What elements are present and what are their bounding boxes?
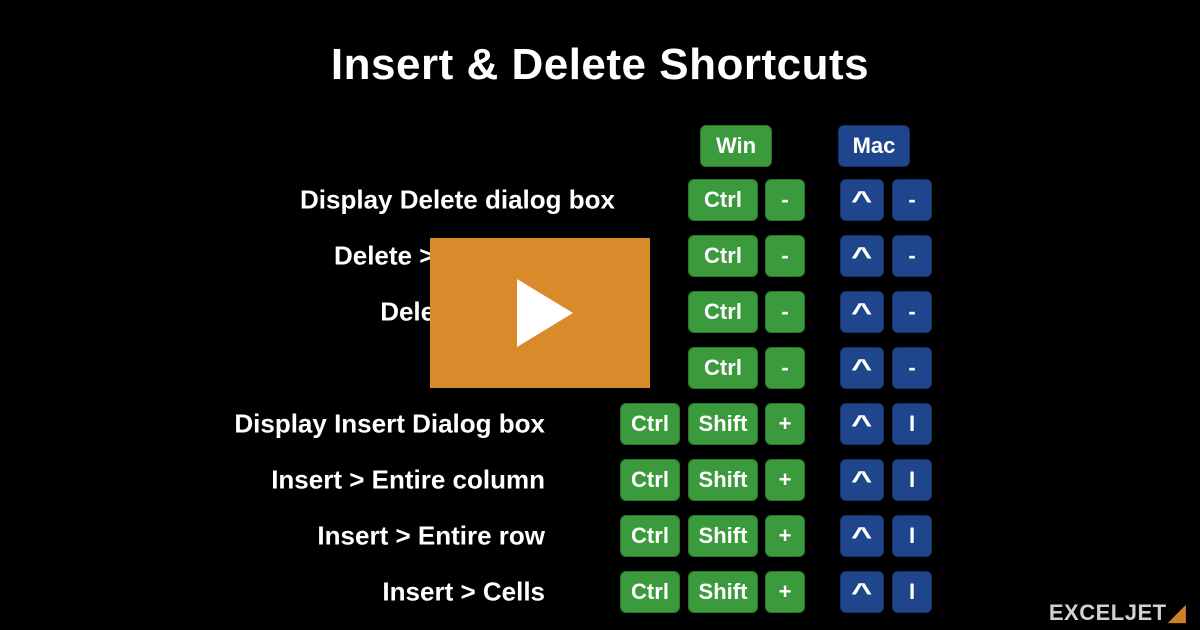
- shortcut-label: Display Delete dialog box: [95, 185, 615, 216]
- key-ctrl: Ctrl: [688, 291, 758, 333]
- key-plus: +: [765, 571, 805, 613]
- watermark-logo: EXCELJET◢: [1049, 600, 1186, 626]
- key-i: I: [892, 459, 932, 501]
- key-shift: Shift: [688, 459, 758, 501]
- shortcut-label: Insert > Entire row: [25, 521, 545, 552]
- key-mac-control: ^: [840, 459, 884, 501]
- key-ctrl: Ctrl: [688, 235, 758, 277]
- key-minus: -: [892, 179, 932, 221]
- key-i: I: [892, 571, 932, 613]
- key-shift: Shift: [688, 403, 758, 445]
- key-i: I: [892, 403, 932, 445]
- key-mac-control: ^: [840, 571, 884, 613]
- key-shift: Shift: [688, 515, 758, 557]
- key-mac-control: ^: [840, 179, 884, 221]
- key-minus: -: [892, 347, 932, 389]
- shortcut-label: Insert > Entire column: [25, 465, 545, 496]
- key-plus: +: [765, 515, 805, 557]
- play-button[interactable]: [430, 238, 650, 388]
- key-minus: -: [765, 291, 805, 333]
- table-row: Display Insert Dialog box Ctrl Shift + ^…: [0, 396, 1200, 452]
- page-title: Insert & Delete Shortcuts: [0, 40, 1200, 90]
- key-ctrl: Ctrl: [620, 571, 680, 613]
- key-ctrl: Ctrl: [620, 515, 680, 557]
- table-row: Insert > Entire column Ctrl Shift + ^ I: [0, 452, 1200, 508]
- platform-headers: Win Mac: [0, 120, 1200, 172]
- key-minus: -: [765, 235, 805, 277]
- platform-header-mac: Mac: [838, 125, 910, 167]
- key-mac-control: ^: [840, 235, 884, 277]
- key-minus: -: [892, 235, 932, 277]
- shortcut-label: Insert > Cells: [25, 577, 545, 608]
- key-minus: -: [765, 179, 805, 221]
- key-plus: +: [765, 459, 805, 501]
- key-minus: -: [765, 347, 805, 389]
- key-mac-control: ^: [840, 515, 884, 557]
- watermark-accent-icon: ◢: [1169, 600, 1186, 625]
- table-row: Insert > Entire row Ctrl Shift + ^ I: [0, 508, 1200, 564]
- slide-stage: Insert & Delete Shortcuts Win Mac Displa…: [0, 0, 1200, 630]
- key-mac-control: ^: [840, 291, 884, 333]
- key-minus: -: [892, 291, 932, 333]
- key-shift: Shift: [688, 571, 758, 613]
- key-mac-control: ^: [840, 403, 884, 445]
- play-icon: [517, 279, 573, 347]
- table-row: Display Delete dialog box Ctrl - ^ -: [0, 172, 1200, 228]
- watermark-text: EXCELJET: [1049, 600, 1167, 625]
- key-ctrl: Ctrl: [620, 403, 680, 445]
- shortcut-label: Display Insert Dialog box: [25, 409, 545, 440]
- key-ctrl: Ctrl: [688, 179, 758, 221]
- platform-header-win: Win: [700, 125, 772, 167]
- key-ctrl: Ctrl: [620, 459, 680, 501]
- key-mac-control: ^: [840, 347, 884, 389]
- key-i: I: [892, 515, 932, 557]
- key-ctrl: Ctrl: [688, 347, 758, 389]
- key-plus: +: [765, 403, 805, 445]
- table-row: Insert > Cells Ctrl Shift + ^ I: [0, 564, 1200, 620]
